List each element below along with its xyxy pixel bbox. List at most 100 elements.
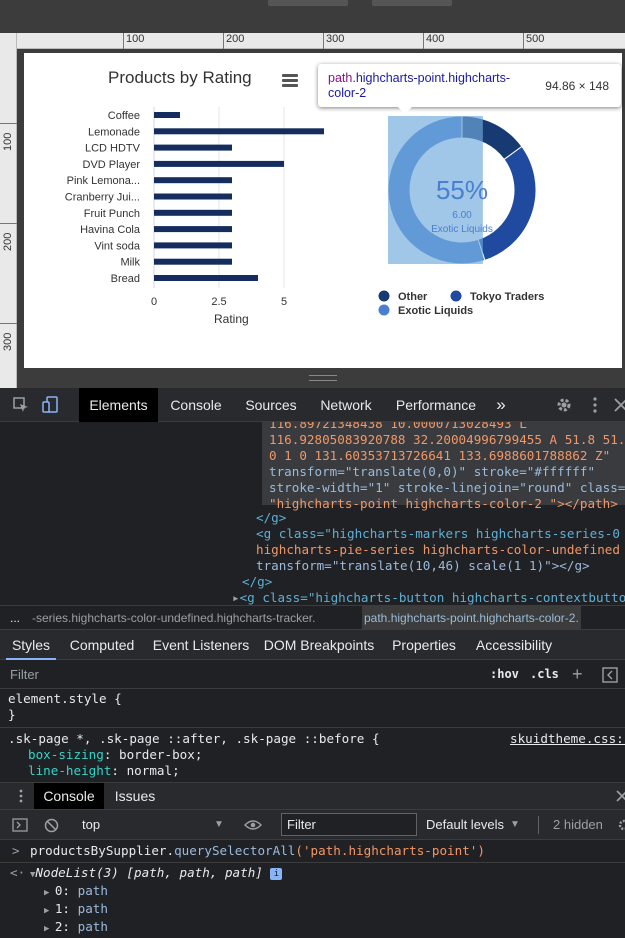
- settings-gear-icon[interactable]: [555, 396, 573, 414]
- tab-event-listeners[interactable]: Event Listeners: [150, 630, 252, 660]
- kebab-menu-icon[interactable]: [586, 396, 604, 414]
- result-item[interactable]: ▶ 0: path: [44, 882, 108, 902]
- inspect-tooltip: path.highcharts-point.highcharts-color-2…: [318, 64, 621, 114]
- x-tick-label: 0: [151, 296, 157, 308]
- close-drawer-icon[interactable]: [616, 790, 625, 802]
- dropdown-arrow-icon[interactable]: ▼: [214, 810, 224, 840]
- styles-filter-input[interactable]: Filter: [10, 660, 39, 689]
- dropdown-arrow-icon[interactable]: ▼: [510, 810, 520, 840]
- hov-toggle[interactable]: :hov: [490, 660, 519, 689]
- y-category-label: Coffee: [108, 110, 140, 122]
- tab-console[interactable]: Console: [162, 388, 230, 422]
- dom-line[interactable]: <g class="highcharts-markers highcharts-…: [256, 526, 620, 542]
- bar: [154, 275, 258, 281]
- hamburger-icon[interactable]: [282, 74, 298, 88]
- legend-marker: [378, 304, 390, 316]
- live-expression-eye-icon[interactable]: [244, 819, 262, 831]
- breadcrumb-ellipsis[interactable]: ...: [10, 606, 20, 630]
- styles-filter-bar: Filter :hov .cls +: [0, 660, 625, 689]
- y-category-label: DVD Player: [83, 159, 141, 171]
- context-selector[interactable]: top: [82, 810, 100, 840]
- expand-triangle-icon[interactable]: ▸: [232, 590, 240, 605]
- console-drawer-tabs: Console Issues: [0, 782, 625, 810]
- y-category-label: Fruit Punch: [84, 208, 140, 220]
- inspect-element-icon[interactable]: [12, 396, 30, 414]
- legend-marker: [378, 290, 390, 302]
- styles-rules: element.style { } .sk-page *, .sk-page :…: [0, 689, 625, 782]
- style-property[interactable]: line-height: normal;: [28, 763, 180, 779]
- bar: [154, 160, 284, 167]
- ruler-top: 100 200 300 400 500: [16, 33, 625, 49]
- result-item[interactable]: ▶ 2: path: [44, 918, 108, 938]
- tab-elements[interactable]: Elements: [79, 388, 158, 422]
- legend-label: Other: [398, 291, 428, 303]
- dom-line[interactable]: 116.92805083920788 32.20004996799455 A 5…: [269, 432, 625, 448]
- log-levels-dropdown[interactable]: Default levels: [426, 810, 504, 840]
- tab-network[interactable]: Network: [312, 388, 380, 422]
- legend-label: Exotic Liquids: [398, 305, 473, 317]
- dom-line[interactable]: "highcharts-point highcharts-color-2 "><…: [269, 496, 625, 512]
- y-category-label: Vint soda: [94, 240, 141, 252]
- tab-computed[interactable]: Computed: [66, 630, 138, 660]
- styles-pane-tabs: Styles Computed Event Listeners DOM Brea…: [0, 630, 625, 660]
- console-command[interactable]: productsBySupplier.querySelectorAll('pat…: [30, 842, 485, 860]
- tooltip-dimensions: 94.86 × 148: [545, 79, 609, 93]
- dom-line[interactable]: </g>: [256, 510, 286, 526]
- breadcrumb-item-current[interactable]: path.highcharts-point.highcharts-color-2…: [362, 606, 581, 630]
- dom-line[interactable]: stroke-width="1" stroke-linejoin="round"…: [269, 480, 625, 496]
- y-category-label: Milk: [120, 257, 140, 269]
- cls-toggle[interactable]: .cls: [530, 660, 559, 689]
- bar: [154, 193, 232, 200]
- drawer-menu-icon[interactable]: [14, 789, 28, 803]
- drawer-tab-console[interactable]: Console: [34, 783, 104, 809]
- device-toolbar-icon[interactable]: [42, 396, 60, 414]
- bar-chart: 02.557.5CoffeeLemonadeLCD HDTVDVD Player…: [65, 107, 324, 308]
- dom-line[interactable]: 116.89721348438 10.0000713028493 L: [269, 422, 527, 432]
- dom-breadcrumb: ... -series.highcharts-color-undefined.h…: [0, 605, 625, 630]
- ruler-label: 400: [426, 33, 445, 45]
- new-style-rule-icon[interactable]: +: [572, 660, 583, 689]
- bar: [154, 258, 232, 265]
- breadcrumb-item[interactable]: -series.highcharts-color-undefined.highc…: [32, 606, 315, 630]
- style-property[interactable]: box-sizing: border-box;: [28, 747, 202, 763]
- tab-styles[interactable]: Styles: [6, 630, 56, 660]
- clear-console-icon[interactable]: [44, 818, 59, 833]
- tab-sources[interactable]: Sources: [238, 388, 304, 422]
- dom-line[interactable]: </g>: [242, 574, 272, 590]
- result-nodelist[interactable]: ▼NodeList(3) [path, path, path] i: [30, 864, 283, 884]
- ruler-left: 100 200 300: [0, 33, 17, 388]
- tab-performance[interactable]: Performance: [388, 388, 484, 422]
- dom-line[interactable]: highcharts-pie-series highcharts-color-u…: [256, 542, 625, 558]
- ruler-label: 500: [526, 33, 545, 45]
- more-tabs-icon[interactable]: »: [490, 388, 512, 422]
- drawer-tab-issues[interactable]: Issues: [110, 783, 160, 809]
- dom-line[interactable]: transform="translate(0,0)" stroke="#ffff…: [269, 464, 595, 480]
- close-icon[interactable]: [612, 396, 625, 414]
- console-settings-gear-icon[interactable]: [616, 818, 625, 832]
- donut-chart: 55% 6.00 Exotic Liquids Other Tokyo Traders E…: [378, 115, 544, 317]
- rule-selector[interactable]: .sk-page *, .sk-page ::after, .sk-page :…: [8, 731, 380, 747]
- dom-line[interactable]: ▸<g class="highcharts-button highcharts-…: [232, 590, 625, 605]
- console-filter-input[interactable]: Filter: [281, 813, 417, 836]
- prompt-chevron-icon: >: [12, 843, 20, 858]
- toolbar-fragment: [372, 0, 452, 6]
- dom-line[interactable]: 0 1 0 131.60353713726641 133.69886017888…: [269, 448, 610, 464]
- bar: [154, 177, 232, 184]
- rule-source-link[interactable]: skuidtheme.css:1: [510, 731, 625, 747]
- tab-accessibility[interactable]: Accessibility: [472, 630, 556, 660]
- result-item[interactable]: ▶ 1: path: [44, 900, 108, 920]
- bar: [154, 144, 232, 151]
- y-category-label: Havina Cola: [80, 224, 141, 236]
- x-tick-label: 2.5: [211, 296, 226, 308]
- toggle-sidebar-icon[interactable]: [602, 667, 618, 683]
- y-category-label: Lemonade: [88, 126, 140, 138]
- y-category-label: LCD HDTV: [85, 143, 141, 155]
- console-sidebar-icon[interactable]: [12, 818, 28, 832]
- donut-center-value: 6.00: [452, 210, 472, 221]
- tab-properties[interactable]: Properties: [386, 630, 462, 660]
- x-tick-label: 5: [281, 296, 287, 308]
- tab-dom-breakpoints[interactable]: DOM Breakpoints: [262, 630, 376, 660]
- resize-handle[interactable]: [309, 375, 337, 381]
- dom-line[interactable]: transform="translate(10,46) scale(1 1)">…: [256, 558, 590, 574]
- element-style-rule[interactable]: element.style {: [8, 691, 122, 707]
